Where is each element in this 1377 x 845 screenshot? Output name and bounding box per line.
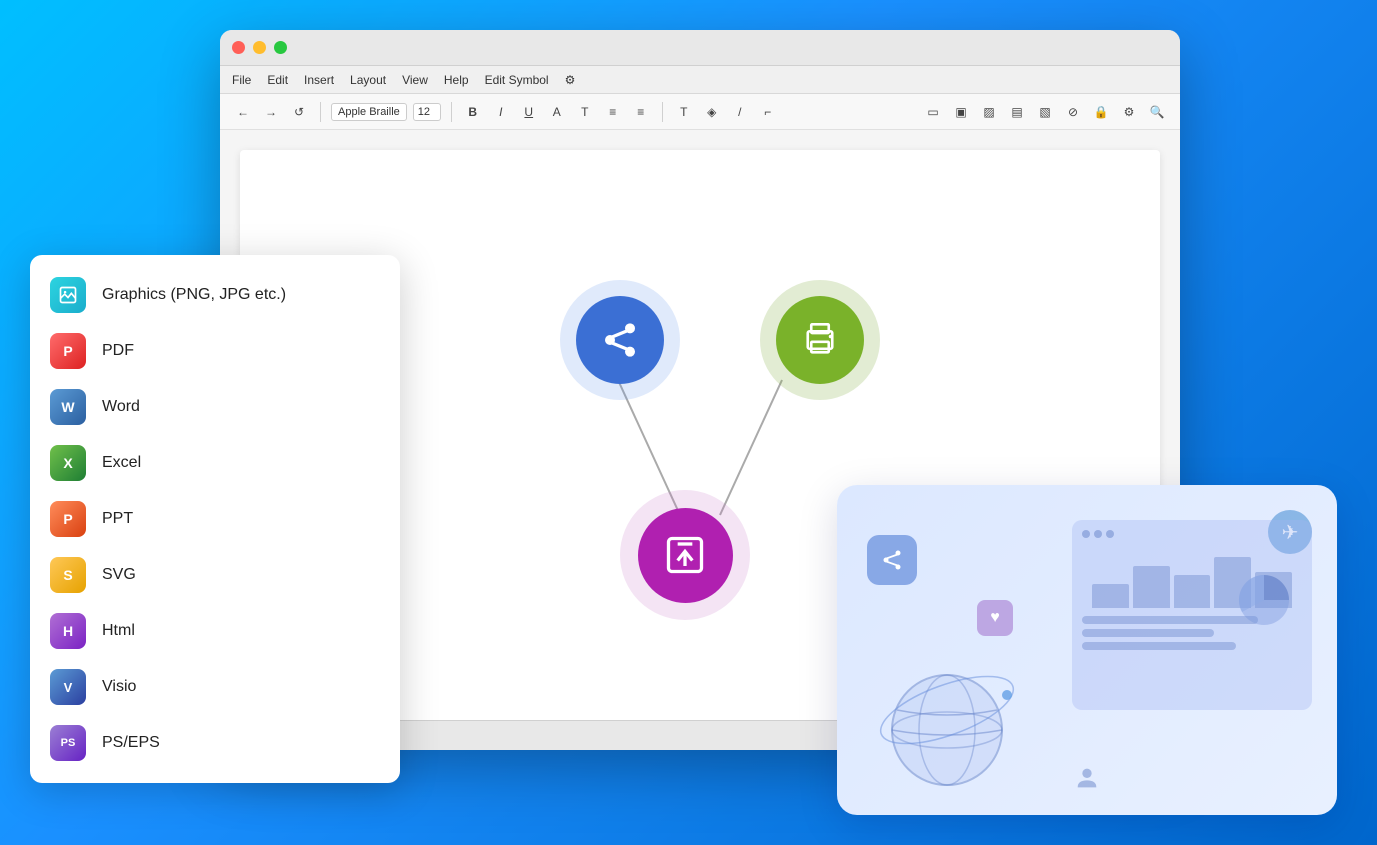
word-icon: W <box>50 389 86 425</box>
export-excel-item[interactable]: X Excel <box>30 435 400 491</box>
toolbar: ← → ↺ Apple Braille 12 B I U A T ≡ ≡ T ◈… <box>220 94 1180 130</box>
pdf-icon: P <box>50 333 86 369</box>
export-html-item[interactable]: H Html <box>30 603 400 659</box>
align-center-button[interactable]: ≡ <box>630 101 652 123</box>
menu-insert[interactable]: Insert <box>304 73 334 87</box>
excel-label: Excel <box>102 454 141 472</box>
extra-tool-5[interactable]: ▧ <box>1034 101 1056 123</box>
browser-mockup <box>1072 520 1312 710</box>
menu-edit[interactable]: Edit <box>267 73 288 87</box>
share-icon <box>600 320 640 360</box>
toolbar-separator-3 <box>662 102 663 122</box>
underline-button[interactable]: U <box>518 101 540 123</box>
globe-illustration <box>867 630 1027 795</box>
share-node-outer <box>560 280 680 400</box>
menu-edit-symbol[interactable]: Edit Symbol <box>485 73 549 87</box>
graphics-label: Graphics (PNG, JPG etc.) <box>102 286 286 304</box>
export-menu: Graphics (PNG, JPG etc.) P PDF W Word X … <box>30 255 400 783</box>
menu-help[interactable]: Help <box>444 73 469 87</box>
insert-text-button[interactable]: T <box>673 101 695 123</box>
align-left-button[interactable]: ≡ <box>602 101 624 123</box>
graphics-icon <box>50 277 86 313</box>
export-graphics-item[interactable]: Graphics (PNG, JPG etc.) <box>30 267 400 323</box>
minimize-button[interactable] <box>253 41 266 54</box>
export-node-inner[interactable] <box>638 508 733 603</box>
share-node-inner[interactable] <box>576 296 664 384</box>
pdf-label: PDF <box>102 342 134 360</box>
extra-tool-2[interactable]: ▣ <box>950 101 972 123</box>
extra-tool-7[interactable]: 🔒 <box>1090 101 1112 123</box>
menu-extra[interactable]: ⚙ <box>565 73 576 87</box>
export-node-outer <box>620 490 750 620</box>
close-button[interactable] <box>232 41 245 54</box>
export-ppt-item[interactable]: P PPT <box>30 491 400 547</box>
svg-label: SVG <box>102 566 136 584</box>
line-button[interactable]: / <box>729 101 751 123</box>
italic-button[interactable]: I <box>490 101 512 123</box>
share-button-card[interactable] <box>867 535 917 585</box>
visio-icon: V <box>50 669 86 705</box>
menu-file[interactable]: File <box>232 73 251 87</box>
export-icon <box>663 533 707 577</box>
font-color-button[interactable]: A <box>546 101 568 123</box>
connector-button[interactable]: ⌐ <box>757 101 779 123</box>
font-size[interactable]: 12 <box>413 103 441 121</box>
print-node-outer <box>760 280 880 400</box>
extra-tool-3[interactable]: ▨ <box>978 101 1000 123</box>
print-node-inner[interactable] <box>776 296 864 384</box>
share-card-icon <box>880 548 904 572</box>
html-icon: H <box>50 613 86 649</box>
maximize-button[interactable] <box>274 41 287 54</box>
share-card-inner: ✈ ♥ <box>837 485 1337 815</box>
user-icon <box>1073 764 1101 797</box>
fill-button[interactable]: ◈ <box>701 101 723 123</box>
browser-traffic-lights <box>1082 530 1302 538</box>
excel-icon: X <box>50 445 86 481</box>
ps-label: PS/EPS <box>102 734 160 752</box>
svg-icon: S <box>50 557 86 593</box>
redo-button[interactable]: → <box>260 101 282 123</box>
toolbar-separator-2 <box>451 102 452 122</box>
export-ps-item[interactable]: PS PS/EPS <box>30 715 400 771</box>
toolbar-separator-1 <box>320 102 321 122</box>
format-button[interactable]: ↺ <box>288 101 310 123</box>
export-svg-item[interactable]: S SVG <box>30 547 400 603</box>
ppt-label: PPT <box>102 510 133 528</box>
ppt-icon: P <box>50 501 86 537</box>
menu-bar: File Edit Insert Layout View Help Edit S… <box>220 66 1180 94</box>
menu-layout[interactable]: Layout <box>350 73 386 87</box>
font-selector[interactable]: Apple Braille <box>331 103 407 121</box>
export-pdf-item[interactable]: P PDF <box>30 323 400 379</box>
export-visio-item[interactable]: V Visio <box>30 659 400 715</box>
undo-button[interactable]: ← <box>232 101 254 123</box>
extra-tool-1[interactable]: ▭ <box>922 101 944 123</box>
extra-tool-4[interactable]: ▤ <box>1006 101 1028 123</box>
extra-tool-6[interactable]: ⊘ <box>1062 101 1084 123</box>
text-style-button[interactable]: T <box>574 101 596 123</box>
pie-chart <box>1234 570 1294 635</box>
extra-tool-8[interactable]: ⚙ <box>1118 101 1140 123</box>
search-button[interactable]: 🔍 <box>1146 101 1168 123</box>
menu-view[interactable]: View <box>402 73 428 87</box>
bold-button[interactable]: B <box>462 101 484 123</box>
share-card: ✈ ♥ <box>837 485 1337 815</box>
print-icon <box>799 319 841 361</box>
ps-icon: PS <box>50 725 86 761</box>
html-label: Html <box>102 622 135 640</box>
visio-label: Visio <box>102 678 136 696</box>
word-label: Word <box>102 398 140 416</box>
title-bar <box>220 30 1180 66</box>
export-word-item[interactable]: W Word <box>30 379 400 435</box>
